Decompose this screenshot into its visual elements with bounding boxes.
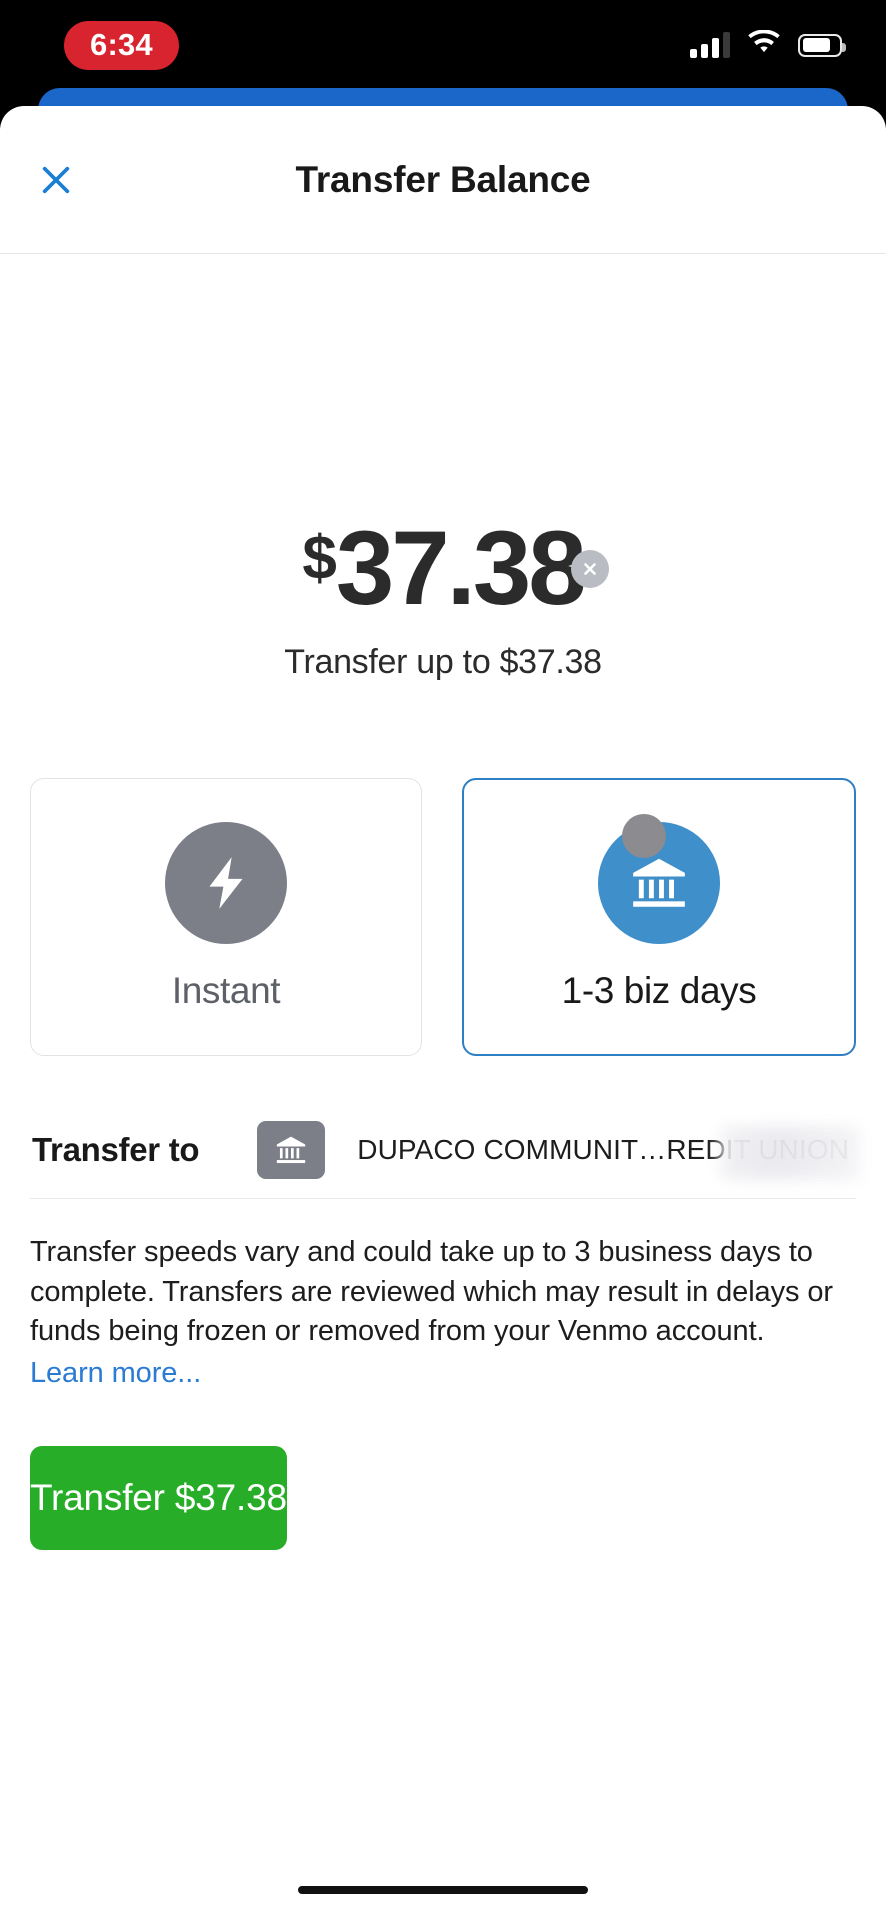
amount-block: $37.38 Transfer up to $37.38 [0, 516, 886, 682]
disclaimer-text: Transfer speeds vary and could take up t… [30, 1233, 856, 1394]
touch-indicator-dot [622, 814, 666, 858]
phone-screen: 6:34 Transfer Balance $ 37.38 Transfer u… [0, 0, 886, 1920]
learn-more-link[interactable]: Learn more... [30, 1354, 201, 1394]
nav-bar: Transfer Balance [0, 106, 886, 254]
transfer-button[interactable]: Transfer $37.38 [30, 1445, 287, 1550]
amount-input[interactable]: $37.38 [302, 510, 587, 627]
status-bar: 6:34 [0, 0, 886, 90]
disclaimer-body: Transfer speeds vary and could take up t… [30, 1236, 833, 1348]
transfer-to-row[interactable]: Transfer to DUPACO COMMUNIT…REDIT UNION [0, 1102, 886, 1198]
home-indicator [298, 1886, 588, 1894]
status-icons [690, 29, 846, 61]
page-title: Transfer Balance [295, 158, 591, 200]
clear-circle-icon [584, 562, 596, 575]
bank-icon [633, 858, 685, 907]
amount-value: 37.38 [335, 510, 587, 627]
lightning-bolt-icon-wrap [165, 822, 287, 944]
close-icon [42, 166, 70, 193]
currency-symbol: $ [302, 524, 336, 593]
clear-amount-button[interactable] [571, 549, 609, 588]
wifi-icon [747, 29, 781, 61]
destination-bank-icon-wrap [257, 1121, 326, 1179]
amount-subtitle: Transfer up to $37.38 [284, 643, 602, 681]
bank-icon [277, 1136, 306, 1164]
amount-row: $37.38 [0, 516, 886, 621]
divider [30, 1198, 856, 1199]
lightning-bolt-icon [209, 857, 243, 909]
transfer-balance-sheet: Transfer Balance $37.38 Transfer up to $… [0, 106, 886, 1920]
transfer-speed-options: Instant 1-3 biz days [0, 778, 886, 1056]
speed-option-instant[interactable]: Instant [30, 778, 422, 1056]
speed-option-standard-label: 1-3 biz days [561, 970, 757, 1011]
status-time-recording-pill: 6:34 [64, 20, 179, 70]
cellular-signal-icon [690, 32, 730, 58]
battery-icon [798, 33, 846, 57]
close-button[interactable] [28, 152, 84, 208]
transfer-to-label: Transfer to [32, 1131, 200, 1168]
speed-option-instant-label: Instant [171, 970, 281, 1011]
redacted-account-detail [720, 1126, 860, 1180]
